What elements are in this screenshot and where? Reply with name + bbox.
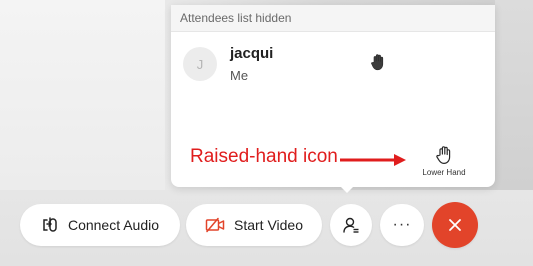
attendee-row[interactable]: J jacqui Me	[171, 35, 495, 95]
leave-meeting-button[interactable]	[432, 202, 478, 248]
lower-hand-button[interactable]: Lower Hand	[410, 145, 478, 187]
video-area-left	[0, 0, 165, 190]
participants-button[interactable]	[330, 204, 372, 246]
connect-audio-label: Connect Audio	[67, 217, 160, 233]
attendees-header-text: Attendees list hidden	[180, 11, 292, 25]
annotation-label: Raised-hand icon	[190, 146, 338, 167]
attendee-name: jacqui	[230, 45, 274, 62]
more-icon: ···	[392, 216, 412, 233]
attendee-subtitle: Me	[230, 68, 249, 83]
more-options-button[interactable]: ···	[380, 204, 424, 246]
start-video-label: Start Video	[233, 217, 303, 233]
audio-connect-icon	[43, 217, 57, 232]
raised-hand-icon	[371, 54, 384, 71]
video-off-icon	[205, 217, 225, 233]
video-area-right	[495, 0, 533, 190]
avatar-initial: J	[196, 56, 204, 72]
attendees-popover: Attendees list hidden J jacqui Me Raised…	[171, 5, 495, 187]
hand-icon	[436, 146, 451, 164]
avatar: J	[183, 47, 217, 81]
popover-caret	[338, 184, 356, 193]
participants-icon	[343, 217, 359, 233]
annotation-arrow-icon	[340, 154, 406, 166]
meeting-stage: Attendees list hidden J jacqui Me Raised…	[0, 0, 533, 266]
close-icon	[449, 219, 461, 231]
connect-audio-button[interactable]: Connect Audio	[20, 204, 180, 246]
attendees-header: Attendees list hidden	[171, 5, 495, 32]
start-video-button[interactable]: Start Video	[186, 204, 322, 246]
lower-hand-label: Lower Hand	[422, 168, 466, 177]
